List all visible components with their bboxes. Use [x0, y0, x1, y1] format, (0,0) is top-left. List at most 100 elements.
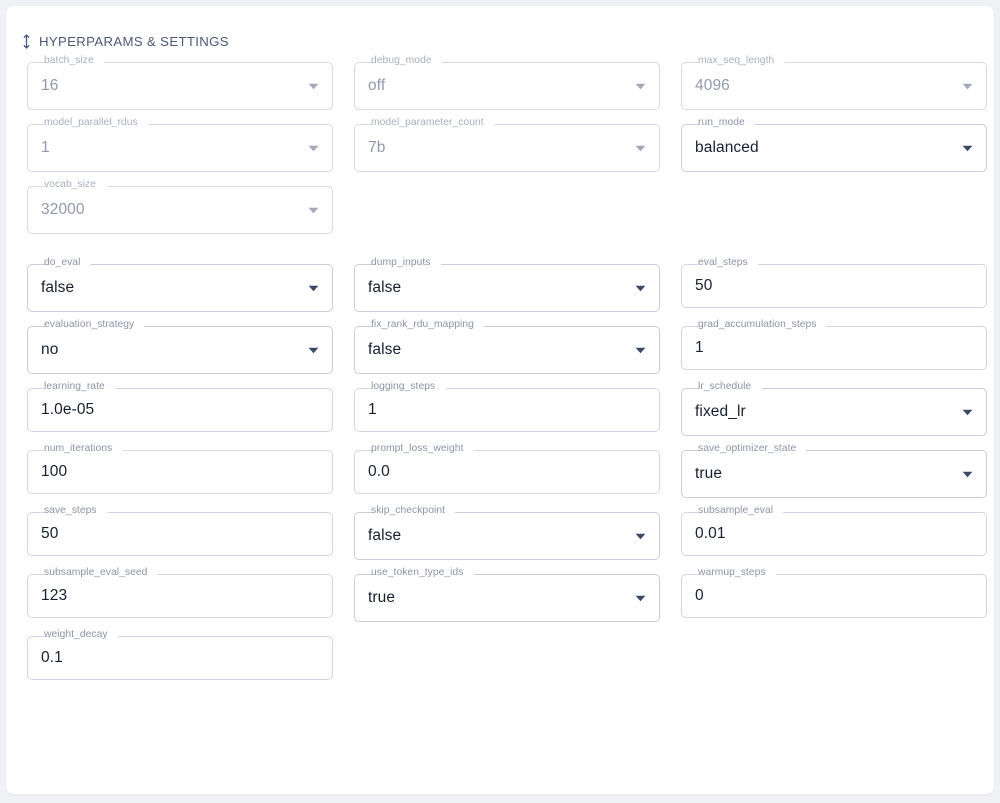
select-value-skip_checkpoint[interactable]: false — [368, 512, 401, 560]
field-save_steps[interactable]: save_stepssave_steps50 — [27, 505, 333, 560]
field-label-weight_decay: weight_decay — [44, 629, 108, 640]
select-value-fix_rank_rdu_mapping[interactable]: false — [368, 326, 401, 374]
select-value-max_seq_length[interactable]: 4096 — [695, 62, 730, 110]
field-shell-debug_mode[interactable]: debug_modedebug_modeoff — [354, 55, 660, 110]
input-value-logging_steps[interactable]: 1 — [368, 388, 377, 432]
chevron-down-icon[interactable] — [958, 403, 976, 421]
chevron-down-icon[interactable] — [304, 139, 322, 157]
field-shell-model_parallel_rdus[interactable]: model_parallel_rdusmodel_parallel_rdus1 — [27, 117, 333, 172]
select-value-model_parameter_count[interactable]: 7b — [368, 124, 385, 172]
field-grad_accumulation_steps[interactable]: grad_accumulation_stepsgrad_accumulation… — [681, 319, 987, 374]
chevron-down-icon[interactable] — [304, 279, 322, 297]
field-learning_rate[interactable]: learning_ratelearning_rate1.0e-05 — [27, 381, 333, 436]
input-value-weight_decay[interactable]: 0.1 — [41, 636, 63, 680]
chevron-down-icon[interactable] — [631, 139, 649, 157]
field-vocab_size[interactable]: vocab_sizevocab_size32000 — [27, 179, 333, 234]
select-value-save_optimizer_state[interactable]: true — [695, 450, 722, 498]
field-label-vocab_size: vocab_size — [44, 179, 97, 190]
field-shell-grad_accumulation_steps[interactable]: grad_accumulation_stepsgrad_accumulation… — [681, 319, 987, 370]
chevron-down-icon[interactable] — [304, 77, 322, 95]
field-prompt_loss_weight[interactable]: prompt_loss_weightprompt_loss_weight0.0 — [354, 443, 660, 498]
field-label-evaluation_strategy: evaluation_strategy — [44, 319, 135, 330]
select-value-do_eval[interactable]: false — [41, 264, 74, 312]
field-debug_mode[interactable]: debug_modedebug_modeoff — [354, 55, 660, 110]
field-evaluation_strategy[interactable]: evaluation_strategyevaluation_strategyno — [27, 319, 333, 374]
input-value-warmup_steps[interactable]: 0 — [695, 574, 704, 618]
field-shell-save_optimizer_state[interactable]: save_optimizer_statesave_optimizer_state… — [681, 443, 987, 498]
field-shell-model_parameter_count[interactable]: model_parameter_countmodel_parameter_cou… — [354, 117, 660, 172]
chevron-down-icon[interactable] — [958, 465, 976, 483]
field-logging_steps[interactable]: logging_stepslogging_steps1 — [354, 381, 660, 436]
field-shell-fix_rank_rdu_mapping[interactable]: fix_rank_rdu_mappingfix_rank_rdu_mapping… — [354, 319, 660, 374]
field-label-eval_steps: eval_steps — [698, 257, 748, 268]
field-shell-logging_steps[interactable]: logging_stepslogging_steps1 — [354, 381, 660, 432]
select-value-model_parallel_rdus[interactable]: 1 — [41, 124, 50, 172]
input-value-grad_accumulation_steps[interactable]: 1 — [695, 326, 704, 370]
chevron-down-icon[interactable] — [631, 527, 649, 545]
field-dump_inputs[interactable]: dump_inputsdump_inputsfalse — [354, 257, 660, 312]
input-value-save_steps[interactable]: 50 — [41, 512, 58, 556]
field-shell-do_eval[interactable]: do_evaldo_evalfalse — [27, 257, 333, 312]
input-value-learning_rate[interactable]: 1.0e-05 — [41, 388, 94, 432]
input-value-prompt_loss_weight[interactable]: 0.0 — [368, 450, 390, 494]
field-use_token_type_ids[interactable]: use_token_type_idsuse_token_type_idstrue — [354, 567, 660, 622]
chevron-down-icon[interactable] — [631, 589, 649, 607]
field-shell-learning_rate[interactable]: learning_ratelearning_rate1.0e-05 — [27, 381, 333, 432]
field-shell-subsample_eval_seed[interactable]: subsample_eval_seedsubsample_eval_seed12… — [27, 567, 333, 618]
chevron-down-icon[interactable] — [958, 77, 976, 95]
field-shell-dump_inputs[interactable]: dump_inputsdump_inputsfalse — [354, 257, 660, 312]
input-value-subsample_eval_seed[interactable]: 123 — [41, 574, 67, 618]
field-num_iterations[interactable]: num_iterationsnum_iterations100 — [27, 443, 333, 498]
field-shell-subsample_eval[interactable]: subsample_evalsubsample_eval0.01 — [681, 505, 987, 556]
field-eval_steps[interactable]: eval_stepseval_steps50 — [681, 257, 987, 312]
input-value-num_iterations[interactable]: 100 — [41, 450, 67, 494]
input-value-eval_steps[interactable]: 50 — [695, 264, 712, 308]
chevron-down-icon[interactable] — [631, 279, 649, 297]
field-model_parallel_rdus[interactable]: model_parallel_rdusmodel_parallel_rdus1 — [27, 117, 333, 172]
field-fix_rank_rdu_mapping[interactable]: fix_rank_rdu_mappingfix_rank_rdu_mapping… — [354, 319, 660, 374]
field-lr_schedule[interactable]: lr_schedulelr_schedulefixed_lr — [681, 381, 987, 436]
select-value-dump_inputs[interactable]: false — [368, 264, 401, 312]
field-skip_checkpoint[interactable]: skip_checkpointskip_checkpointfalse — [354, 505, 660, 560]
chevron-down-icon[interactable] — [631, 341, 649, 359]
chevron-down-icon[interactable] — [958, 139, 976, 157]
drag-move-vertical-icon[interactable] — [20, 33, 32, 49]
input-value-subsample_eval[interactable]: 0.01 — [695, 512, 726, 556]
field-shell-save_steps[interactable]: save_stepssave_steps50 — [27, 505, 333, 556]
field-label-do_eval: do_eval — [44, 257, 81, 268]
field-shell-use_token_type_ids[interactable]: use_token_type_idsuse_token_type_idstrue — [354, 567, 660, 622]
select-value-lr_schedule[interactable]: fixed_lr — [695, 388, 746, 436]
select-value-vocab_size[interactable]: 32000 — [41, 186, 85, 234]
field-weight_decay[interactable]: weight_decayweight_decay0.1 — [27, 629, 333, 680]
field-shell-evaluation_strategy[interactable]: evaluation_strategyevaluation_strategyno — [27, 319, 333, 374]
field-shell-run_mode[interactable]: run_moderun_modebalanced — [681, 117, 987, 172]
field-run_mode[interactable]: run_moderun_modebalanced — [681, 117, 987, 172]
field-warmup_steps[interactable]: warmup_stepswarmup_steps0 — [681, 567, 987, 622]
field-subsample_eval[interactable]: subsample_evalsubsample_eval0.01 — [681, 505, 987, 560]
field-do_eval[interactable]: do_evaldo_evalfalse — [27, 257, 333, 312]
field-shell-num_iterations[interactable]: num_iterationsnum_iterations100 — [27, 443, 333, 494]
field-shell-max_seq_length[interactable]: max_seq_lengthmax_seq_length4096 — [681, 55, 987, 110]
field-batch_size[interactable]: batch_sizebatch_size16 — [27, 55, 333, 110]
field-shell-prompt_loss_weight[interactable]: prompt_loss_weightprompt_loss_weight0.0 — [354, 443, 660, 494]
select-value-batch_size[interactable]: 16 — [41, 62, 58, 110]
field-shell-warmup_steps[interactable]: warmup_stepswarmup_steps0 — [681, 567, 987, 618]
field-shell-eval_steps[interactable]: eval_stepseval_steps50 — [681, 257, 987, 308]
field-shell-weight_decay[interactable]: weight_decayweight_decay0.1 — [27, 629, 333, 680]
field-label-run_mode: run_mode — [698, 117, 745, 128]
field-max_seq_length[interactable]: max_seq_lengthmax_seq_length4096 — [681, 55, 987, 110]
chevron-down-icon[interactable] — [631, 77, 649, 95]
select-value-debug_mode[interactable]: off — [368, 62, 385, 110]
select-value-run_mode[interactable]: balanced — [695, 124, 759, 172]
field-shell-vocab_size[interactable]: vocab_sizevocab_size32000 — [27, 179, 333, 234]
field-shell-batch_size[interactable]: batch_sizebatch_size16 — [27, 55, 333, 110]
chevron-down-icon[interactable] — [304, 341, 322, 359]
field-model_parameter_count[interactable]: model_parameter_countmodel_parameter_cou… — [354, 117, 660, 172]
field-save_optimizer_state[interactable]: save_optimizer_statesave_optimizer_state… — [681, 443, 987, 498]
field-shell-skip_checkpoint[interactable]: skip_checkpointskip_checkpointfalse — [354, 505, 660, 560]
field-shell-lr_schedule[interactable]: lr_schedulelr_schedulefixed_lr — [681, 381, 987, 436]
chevron-down-icon[interactable] — [304, 201, 322, 219]
select-value-use_token_type_ids[interactable]: true — [368, 574, 395, 622]
field-subsample_eval_seed[interactable]: subsample_eval_seedsubsample_eval_seed12… — [27, 567, 333, 622]
select-value-evaluation_strategy[interactable]: no — [41, 326, 58, 374]
